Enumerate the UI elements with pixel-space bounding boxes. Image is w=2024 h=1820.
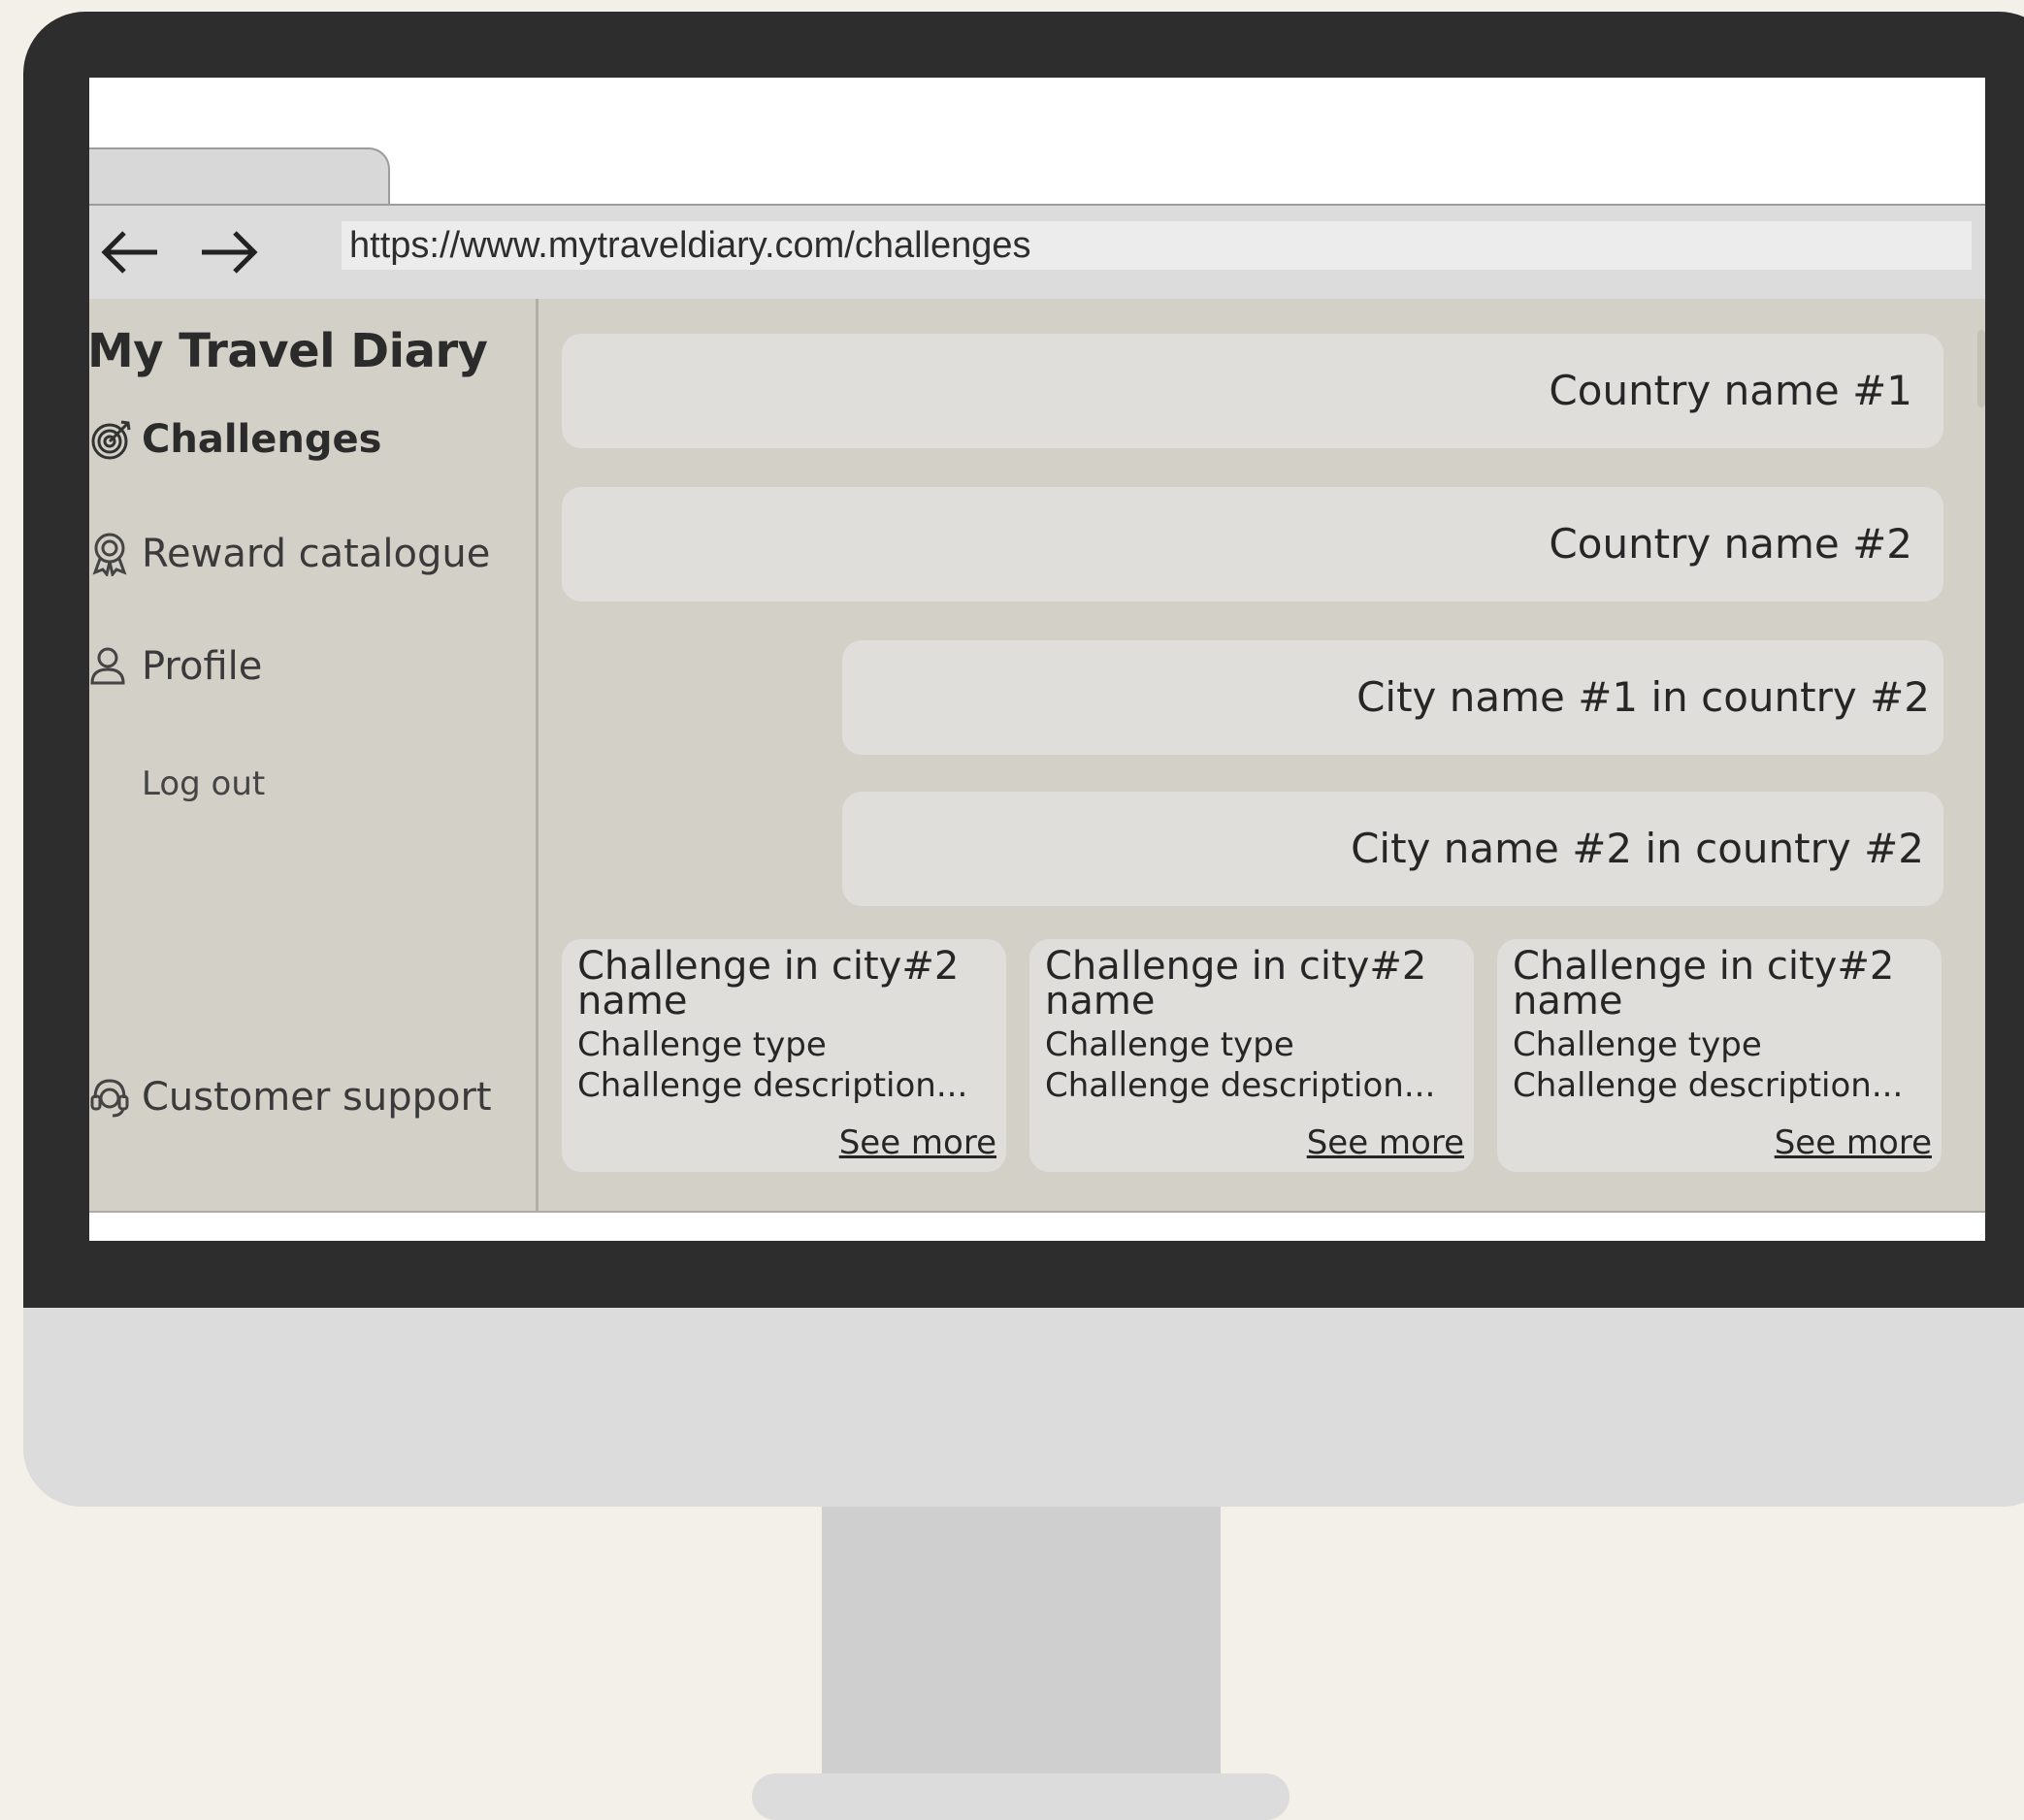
target-icon <box>89 417 134 462</box>
challenge-description: Challenge description... <box>1045 1066 1436 1105</box>
see-more-link[interactable]: See more <box>839 1123 996 1162</box>
headset-icon <box>89 1075 134 1120</box>
sidebar-item-label: Profile <box>142 644 263 689</box>
arrow-right-icon <box>202 231 258 274</box>
back-button[interactable] <box>99 225 163 279</box>
challenge-title: Challenge in city#2 name <box>577 944 960 1024</box>
see-more-link[interactable]: See more <box>1307 1123 1464 1162</box>
sidebar-item-challenges[interactable]: Challenges <box>89 417 381 462</box>
challenge-type: Challenge type <box>577 1025 827 1064</box>
address-bar[interactable]: https://www.mytraveldiary.com/challenges <box>342 221 1972 270</box>
challenge-card[interactable]: Challenge in city#2 name Challenge type … <box>1497 939 1942 1172</box>
challenge-type: Challenge type <box>1045 1025 1294 1064</box>
sidebar-item-profile[interactable]: Profile <box>89 644 262 689</box>
user-icon <box>89 644 134 689</box>
award-icon <box>89 532 134 578</box>
challenge-title: Challenge in city#2 name <box>1045 944 1427 1024</box>
arrow-left-icon <box>101 231 157 274</box>
challenge-card[interactable]: Challenge in city#2 name Challenge type … <box>562 939 1006 1172</box>
screen: https://www.mytraveldiary.com/challenges… <box>89 78 1985 1241</box>
challenge-description: Challenge description... <box>577 1066 968 1105</box>
monitor-foot <box>752 1773 1289 1820</box>
sidebar-item-label: Reward catalogue <box>142 532 491 576</box>
see-more-link[interactable]: See more <box>1775 1123 1932 1162</box>
sidebar-item-reward-catalogue[interactable]: Reward catalogue <box>89 532 491 578</box>
app-window: My Travel Diary Challenges Reward catalo… <box>89 299 1985 1213</box>
monitor-stand <box>822 1507 1221 1777</box>
challenge-description: Challenge description... <box>1513 1066 1904 1105</box>
logout-link[interactable]: Log out <box>142 764 265 803</box>
sidebar-item-label: Customer support <box>142 1075 492 1120</box>
country-row[interactable]: Country name #1 <box>562 334 1943 448</box>
main-content: Country name #1 Country name #2 City nam… <box>539 299 1985 1211</box>
scrollbar-thumb[interactable] <box>1977 330 1985 407</box>
challenge-type: Challenge type <box>1513 1025 1762 1064</box>
challenge-card[interactable]: Challenge in city#2 name Challenge type … <box>1029 939 1474 1172</box>
sidebar-item-label: Challenges <box>142 417 382 462</box>
forward-button[interactable] <box>196 225 260 279</box>
country-row[interactable]: Country name #2 <box>562 487 1943 601</box>
challenge-title: Challenge in city#2 name <box>1513 944 1895 1024</box>
sidebar-item-customer-support[interactable]: Customer support <box>89 1075 492 1120</box>
city-row[interactable]: City name #2 in country #2 <box>842 792 1943 906</box>
browser-toolbar: https://www.mytraveldiary.com/challenges <box>89 204 1985 301</box>
brand-title: My Travel Diary <box>89 324 488 378</box>
city-row[interactable]: City name #1 in country #2 <box>842 640 1943 755</box>
browser-tab[interactable] <box>89 147 390 210</box>
monitor-chin <box>23 1308 2024 1507</box>
sidebar: My Travel Diary Challenges Reward catalo… <box>89 299 539 1211</box>
